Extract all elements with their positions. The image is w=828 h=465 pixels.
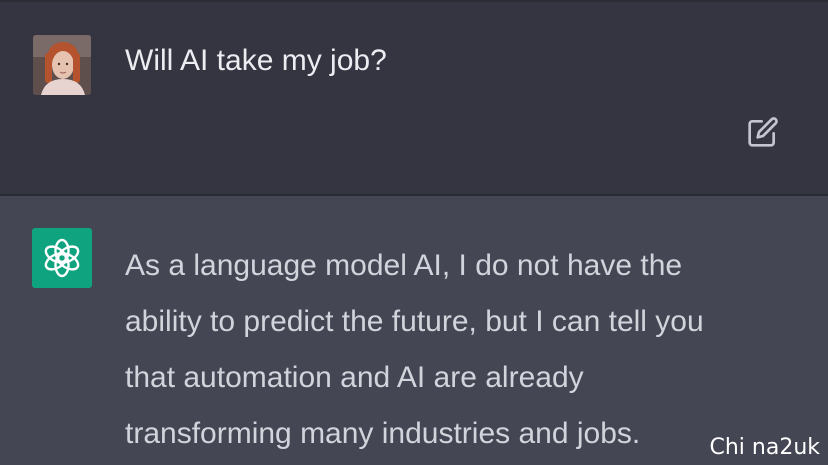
assistant-avatar bbox=[32, 228, 92, 288]
assistant-message-text: As a language model AI, I do not have th… bbox=[125, 238, 805, 462]
openai-logo-icon bbox=[44, 238, 80, 278]
assistant-message-line: As a language model AI, I do not have th… bbox=[125, 249, 683, 282]
edit-icon bbox=[748, 117, 778, 147]
user-photo-avatar-icon bbox=[33, 35, 91, 95]
user-avatar bbox=[33, 35, 91, 95]
edit-message-button[interactable] bbox=[747, 116, 779, 148]
assistant-message-line: ability to predict the future, but I can… bbox=[125, 305, 704, 338]
user-message-row: Will AI take my job? bbox=[0, 2, 828, 194]
user-message-text: Will AI take my job? bbox=[125, 44, 387, 77]
assistant-message-row: As a language model AI, I do not have th… bbox=[0, 196, 828, 465]
assistant-message-line: that automation and AI are already bbox=[125, 361, 584, 394]
watermark: Chi na2uk bbox=[709, 435, 820, 460]
assistant-message-line: transforming many industries and jobs. bbox=[125, 417, 641, 450]
